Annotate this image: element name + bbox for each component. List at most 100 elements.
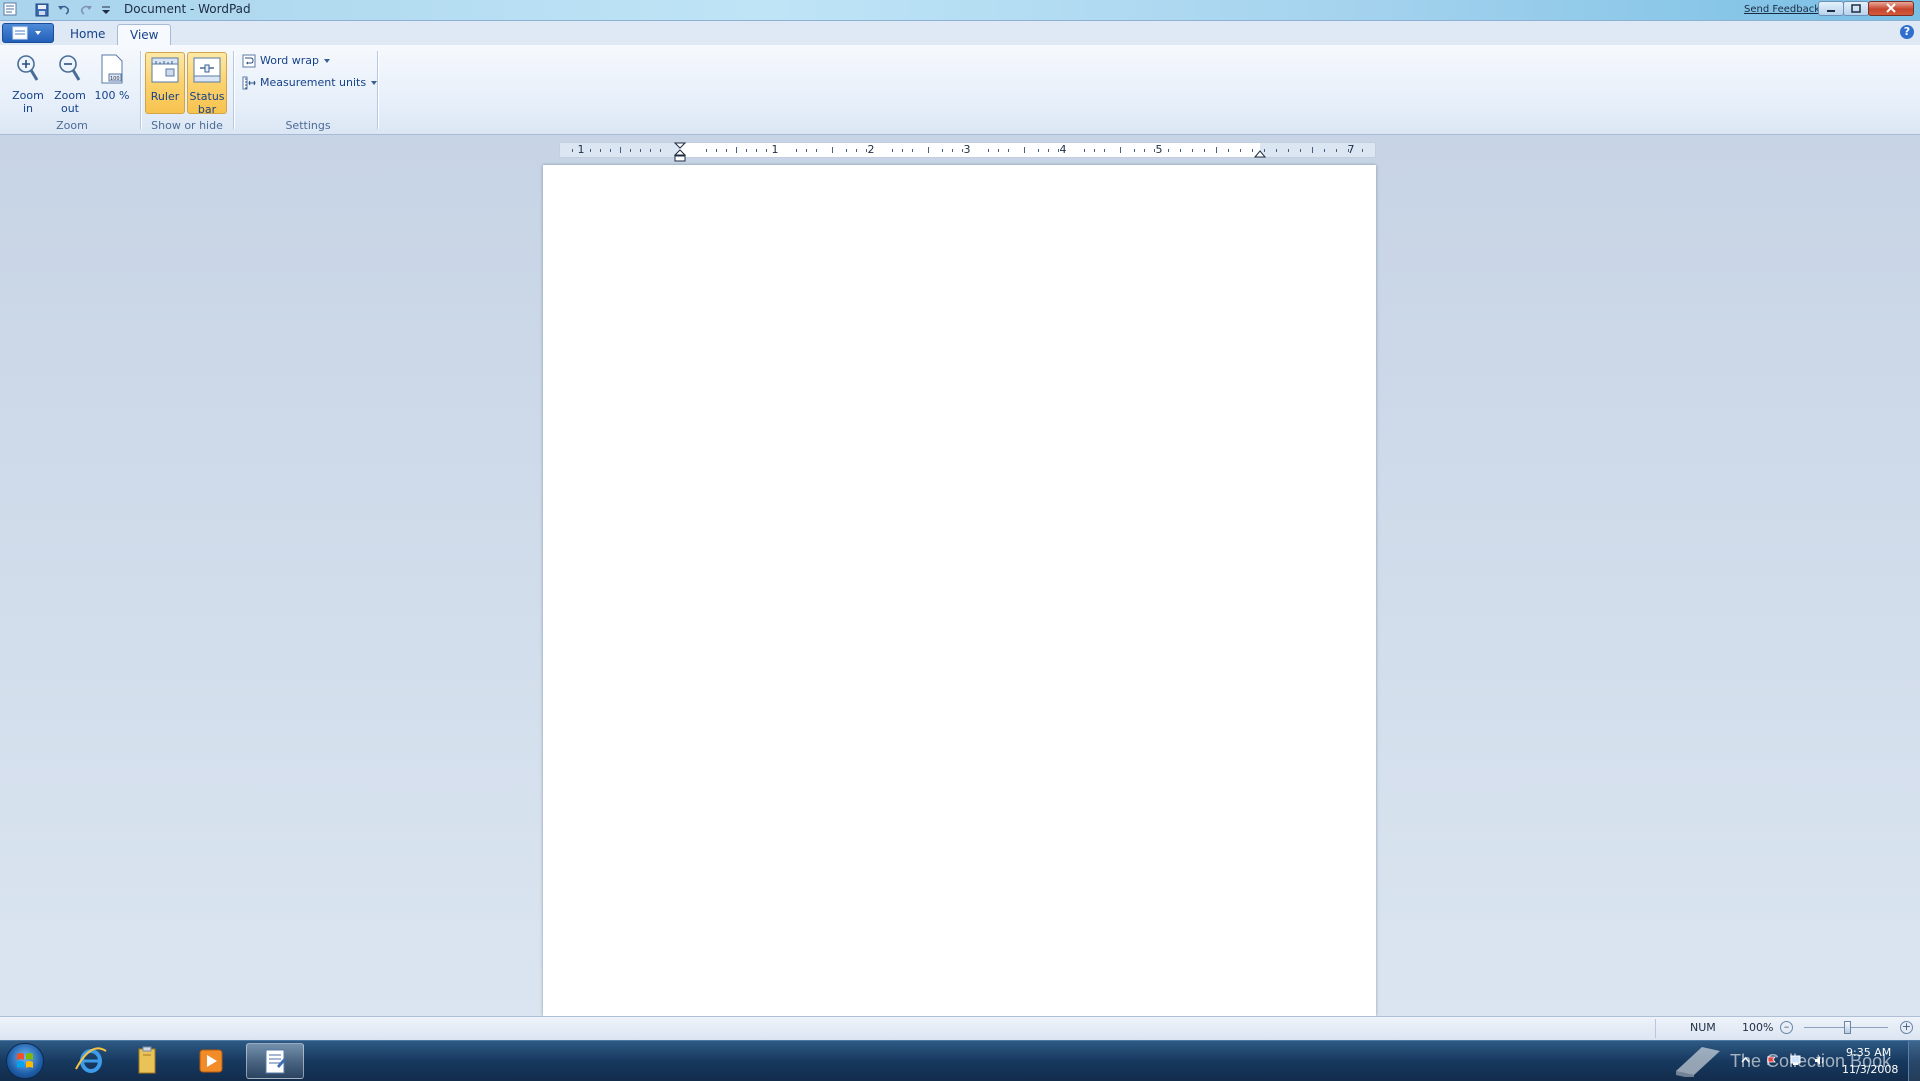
ruler-tick	[928, 147, 929, 153]
ruler-tick	[1216, 147, 1217, 153]
tab-home[interactable]: Home	[58, 24, 117, 45]
settings-group-label: Settings	[285, 119, 331, 132]
page-100-icon: 100	[101, 54, 123, 84]
close-button[interactable]	[1868, 1, 1914, 16]
ruler-tick	[1008, 149, 1009, 152]
ruler-tick	[1240, 149, 1241, 152]
status-bar: NUM 100% – +	[0, 1016, 1920, 1040]
ruler-tick	[640, 149, 641, 152]
ruler-number: 1	[771, 143, 779, 156]
ruler-tick	[988, 149, 989, 152]
ruler-tick	[1094, 149, 1095, 152]
zoom-slider-thumb[interactable]	[1844, 1021, 1851, 1034]
ruler-label: Ruler	[150, 90, 180, 103]
media-player-icon[interactable]	[188, 1045, 234, 1077]
customize-quick-access-icon[interactable]	[98, 2, 114, 18]
ruler-tick	[846, 149, 847, 152]
internet-explorer-icon[interactable]	[68, 1045, 114, 1077]
ruler-tick	[1134, 149, 1135, 152]
ruler-tick	[998, 149, 999, 152]
ruler-tick	[630, 149, 631, 152]
right-indent-marker-icon[interactable]	[1254, 150, 1266, 160]
app-menu-icon	[12, 26, 41, 40]
status-bar-toggle-button[interactable]: Status bar	[187, 52, 227, 116]
ruler-tick	[952, 149, 953, 152]
ruler-tick	[942, 149, 943, 152]
ribbon-tabs: Home View ?	[0, 21, 1920, 46]
ruler-tick	[650, 149, 651, 152]
volume-icon[interactable]	[1814, 1055, 1825, 1066]
clock-time[interactable]: 9:35 AM	[1846, 1046, 1891, 1059]
save-icon[interactable]	[34, 2, 50, 18]
ruler-tick	[660, 149, 661, 152]
ruler-number: 5	[1155, 143, 1163, 156]
horizontal-ruler[interactable]: 1 1 2 3 4 5 7	[559, 142, 1376, 162]
minimize-button[interactable]	[1818, 1, 1844, 16]
group-separator	[233, 51, 234, 129]
zoom-in-small-icon[interactable]: +	[1900, 1021, 1913, 1034]
ruler-tick	[726, 149, 727, 152]
network-icon[interactable]	[1790, 1055, 1801, 1066]
minimize-icon	[1827, 10, 1835, 12]
ruler-tick	[590, 149, 591, 152]
undo-icon[interactable]	[56, 2, 72, 18]
chevron-down-icon	[323, 59, 330, 63]
clock-date[interactable]: 11/3/2008	[1842, 1063, 1898, 1076]
ruler-tick	[600, 149, 601, 152]
restore-button[interactable]	[1843, 1, 1869, 16]
ruler-toggle-button[interactable]: Ruler	[145, 52, 185, 114]
title-bar: Document - WordPad Send Feedback	[0, 0, 1920, 21]
send-feedback-link[interactable]: Send Feedback	[1744, 4, 1820, 15]
zoom-in-button[interactable]: Zoom in	[8, 52, 48, 115]
ruler-tick	[1180, 149, 1181, 152]
zoom-out-small-icon[interactable]: –	[1780, 1021, 1793, 1034]
close-icon	[1886, 3, 1896, 13]
action-center-flag-icon[interactable]	[1766, 1055, 1777, 1066]
ruler-number: 2	[867, 143, 875, 156]
zoom-100-button[interactable]: 100 100 %	[92, 52, 132, 114]
help-icon[interactable]: ?	[1900, 25, 1914, 39]
ruler-tick	[1204, 149, 1205, 152]
zoom-out-button[interactable]: Zoom out	[50, 52, 90, 115]
measurement-units-dropdown[interactable]: Measurement units	[242, 74, 382, 92]
taskbar: The Collection Book 9:35 AM 11/3/2008	[0, 1040, 1920, 1081]
ruler-tick	[816, 149, 817, 152]
ruler-number: 1	[577, 143, 585, 156]
wordpad-icon	[265, 1049, 286, 1074]
group-separator	[377, 51, 378, 129]
document-page[interactable]	[543, 165, 1376, 1016]
book-watermark-icon	[1676, 1047, 1720, 1077]
ruler-number: 7	[1347, 143, 1355, 156]
ruler-tick	[746, 149, 747, 152]
application-menu-button[interactable]	[2, 23, 54, 43]
show-desktop-button[interactable]	[1908, 1041, 1920, 1081]
ruler-number: 4	[1059, 143, 1067, 156]
show-hidden-icons-icon[interactable]	[1740, 1055, 1751, 1066]
ruler-number: 3	[963, 143, 971, 156]
ruler-tick	[902, 149, 903, 152]
status-bar-icon	[193, 57, 221, 83]
start-button[interactable]	[6, 1043, 44, 1079]
redo-icon[interactable]	[78, 2, 94, 18]
measurement-units-icon	[242, 76, 256, 90]
zoom-out-icon	[59, 55, 81, 81]
windows-explorer-icon[interactable]	[124, 1045, 170, 1077]
ruler-tick	[806, 149, 807, 152]
zoom-level-button[interactable]: 100%	[1742, 1021, 1773, 1034]
ruler-tick	[1312, 147, 1313, 153]
ruler-tick	[892, 149, 893, 152]
tab-view[interactable]: View	[117, 24, 172, 45]
ruler-tick	[572, 149, 573, 152]
ruler-tick	[1288, 149, 1289, 152]
taskbar-wordpad-button[interactable]	[246, 1043, 304, 1079]
ribbon-view: Zoom in Zoom out 100 100 % Zoom Ruler St…	[0, 45, 1920, 135]
ruler-tick	[1192, 149, 1193, 152]
left-indent-marker-icon[interactable]	[674, 142, 686, 164]
zoom-100-label: 100 %	[94, 89, 130, 102]
word-wrap-dropdown[interactable]: Word wrap	[242, 52, 335, 70]
ruler-tick	[1228, 149, 1229, 152]
show-hide-group-label: Show or hide	[151, 119, 223, 132]
ruler-tick	[610, 149, 611, 152]
wordpad-app-icon[interactable]	[3, 2, 17, 16]
svg-text:100: 100	[110, 76, 120, 82]
